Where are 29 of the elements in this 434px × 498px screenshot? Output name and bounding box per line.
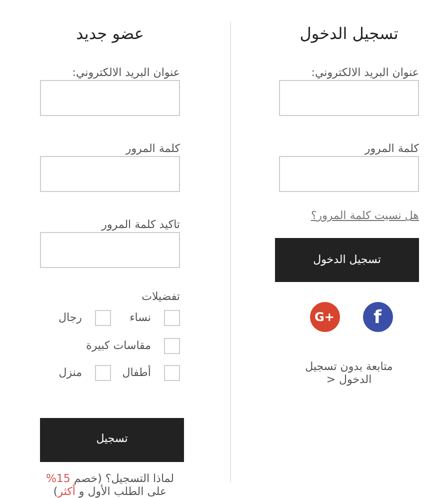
input-field[interactable] bbox=[40, 232, 180, 268]
field-label: تاكيد كلمة المرور bbox=[100, 218, 180, 232]
facebook-button[interactable]: f bbox=[362, 302, 392, 332]
checkbox-label: رجال bbox=[58, 310, 82, 326]
continue-as-guest-link[interactable]: متابعة بدون تسجيل الدخول < bbox=[294, 360, 404, 386]
login-button[interactable]: تسجيل الدخول bbox=[275, 238, 419, 282]
field-label: عنوان البريد الالكتروني: bbox=[310, 66, 419, 80]
section-title: تسجيل الدخول bbox=[298, 23, 400, 45]
input-field[interactable] bbox=[40, 156, 180, 192]
field-label: كلمة المرور bbox=[124, 142, 180, 156]
checkbox-label: مقاسات كبيرة bbox=[86, 338, 151, 354]
register-button[interactable]: تسجيل bbox=[40, 418, 184, 462]
checkbox[interactable] bbox=[164, 365, 180, 382]
checkbox[interactable] bbox=[164, 310, 180, 326]
input-field[interactable] bbox=[279, 156, 419, 192]
google-plus-button[interactable]: G+ bbox=[310, 302, 340, 332]
checkbox-label: نساء bbox=[128, 310, 151, 326]
input-field[interactable] bbox=[279, 80, 419, 116]
checkbox-label: منزل bbox=[58, 365, 82, 381]
checkbox-label: أطفال bbox=[121, 365, 151, 381]
preferences-label: تفضيلات bbox=[140, 290, 180, 304]
checkbox[interactable] bbox=[164, 338, 180, 354]
checkbox[interactable] bbox=[95, 310, 111, 326]
checkbox[interactable] bbox=[95, 365, 111, 382]
field-label: عنوان البريد الالكتروني: bbox=[71, 66, 180, 80]
forgot-password-link[interactable]: هل نسيت كلمة المرور؟ bbox=[310, 209, 419, 222]
input-field[interactable] bbox=[40, 80, 180, 116]
field-label: كلمة المرور bbox=[363, 142, 419, 156]
section-title: عضو جديد bbox=[75, 23, 145, 45]
